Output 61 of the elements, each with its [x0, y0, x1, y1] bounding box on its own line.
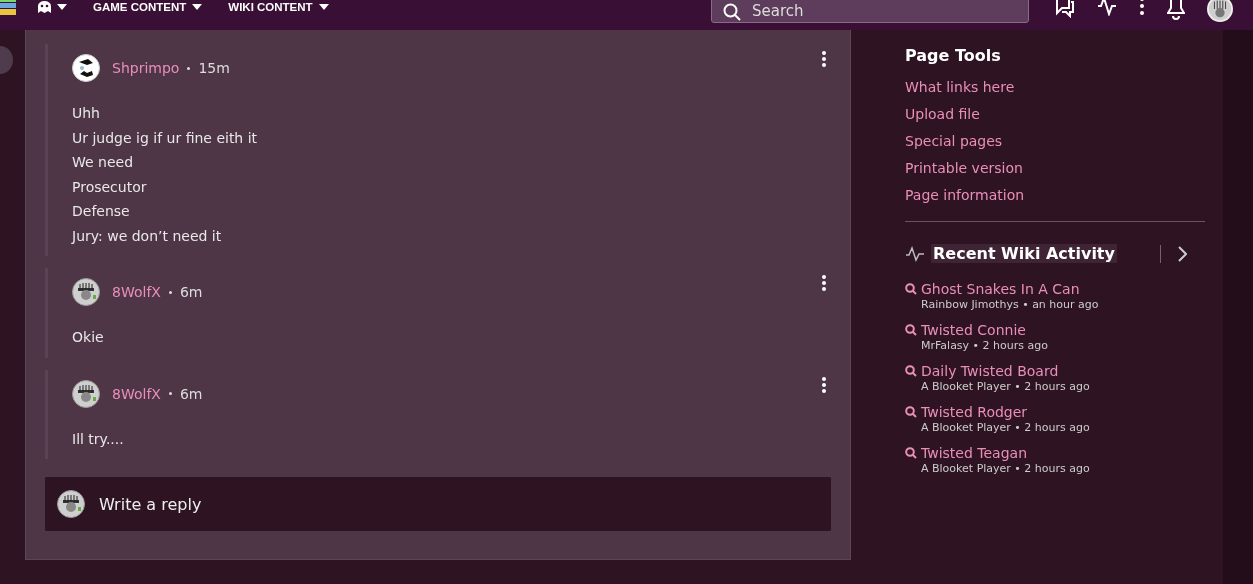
activity-meta: A Blooket Player • 2 hours ago: [921, 421, 1091, 434]
activity-icon: [905, 245, 925, 262]
comment-text: Prosecutor: [72, 177, 148, 197]
comment-text: Ill try....: [72, 429, 125, 449]
more-icon[interactable]: [821, 50, 827, 68]
search-field[interactable]: Search: [711, 0, 1029, 23]
time-label: 6m: [179, 284, 203, 300]
search-icon: [905, 447, 917, 459]
section-title: Recent Wiki Activity: [931, 244, 1117, 263]
more-icon[interactable]: [821, 375, 827, 394]
page-link[interactable]: Ghost Snakes In A Can: [921, 281, 1223, 297]
search-icon: [905, 324, 917, 336]
comment-text: Uhh: [72, 104, 101, 123]
tool-link[interactable]: Upload file: [905, 106, 1223, 122]
comment-text: Ur judge ig if ur fine eith it: [72, 128, 259, 148]
nav-menu[interactable]: WIKI CONTENT: [228, 0, 329, 14]
page-link[interactable]: Daily Twisted Board: [921, 363, 1223, 379]
comment-text: Defense: [72, 202, 131, 221]
page-link[interactable]: Twisted Teagan: [921, 445, 1223, 461]
page-link[interactable]: Twisted Rodger: [921, 404, 1223, 420]
nav-menu[interactable]: GAME CONTENT: [93, 0, 203, 14]
search-icon: [905, 365, 917, 377]
tool-link[interactable]: What links here: [905, 79, 1223, 95]
separator-dot: [187, 66, 191, 70]
author-link[interactable]: 8WolfX: [112, 284, 161, 300]
caret-icon: [192, 4, 203, 10]
time-label: 15m: [198, 60, 230, 76]
notifications-icon[interactable]: [1167, 0, 1185, 20]
author-link[interactable]: 8WolfX: [112, 385, 161, 402]
user-avatar[interactable]: [1207, 0, 1233, 22]
section-title: Page Tools: [905, 46, 1002, 65]
comment-text: Jury: we don’t need it: [72, 226, 223, 246]
author-link[interactable]: Shprimpo: [112, 60, 180, 76]
activity-meta: A Blooket Player • 2 hours ago: [921, 462, 1091, 475]
user-avatar: [72, 54, 100, 82]
activity-meta: A Blooket Player • 2 hours ago: [921, 380, 1091, 393]
reply-field[interactable]: Write a reply: [45, 477, 831, 531]
more-icon[interactable]: [821, 274, 827, 292]
tool-link[interactable]: Printable version: [905, 160, 1223, 176]
separator-dot: [168, 290, 172, 294]
wiki-logo[interactable]: [0, 0, 18, 16]
tool-link[interactable]: Special pages: [905, 133, 1223, 149]
comment-text: We need: [72, 153, 135, 172]
caret-icon: [57, 4, 67, 10]
activity-icon[interactable]: [1097, 0, 1117, 16]
caret-icon: [318, 4, 329, 10]
search-icon: [723, 3, 741, 21]
user-avatar: [72, 278, 100, 306]
tool-link[interactable]: Page information: [905, 187, 1223, 203]
comment-text: Okie: [72, 328, 105, 347]
activity-meta: MrFalasy • 2 hours ago: [921, 339, 1049, 352]
more-icon[interactable]: [1139, 0, 1145, 16]
search-icon: [905, 283, 917, 295]
activity-meta: Rainbow Jimothys • an hour ago: [921, 298, 1100, 311]
fandom-menu[interactable]: [38, 0, 67, 14]
user-avatar: [72, 379, 100, 408]
separator-dot: [168, 392, 172, 395]
page-link[interactable]: Twisted Connie: [921, 322, 1223, 338]
discussions-icon[interactable]: [1055, 0, 1075, 18]
time-label: 6m: [179, 385, 203, 402]
search-icon: [905, 406, 917, 418]
